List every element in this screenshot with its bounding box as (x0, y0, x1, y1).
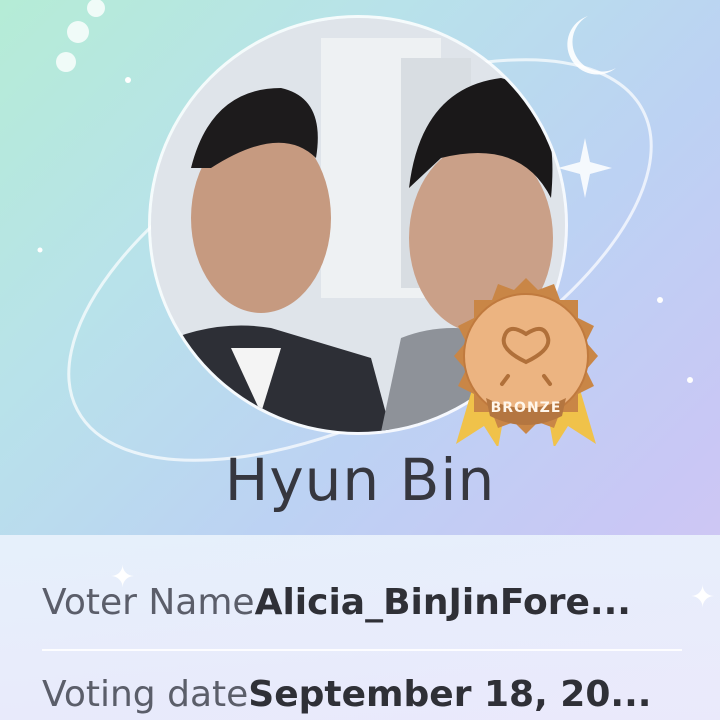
voting-date-value: September 18, 20... (248, 674, 652, 715)
voter-name-label: Voter Name (42, 582, 255, 623)
voter-name-row: Voter NameAlicia_BinJinFore... (42, 582, 682, 623)
divider (42, 649, 682, 651)
bronze-badge: BRONZE (446, 276, 606, 448)
voting-date-row: Voting dateSeptember 18, 20... (42, 674, 682, 715)
voter-name-value: Alicia_BinJinFore... (254, 582, 631, 623)
idol-name: Hyun Bin (224, 446, 496, 514)
sparkle-icon: ✦ (690, 580, 716, 615)
badge-tier-label: BRONZE (490, 400, 562, 416)
voting-date-label: Voting date (42, 674, 249, 715)
